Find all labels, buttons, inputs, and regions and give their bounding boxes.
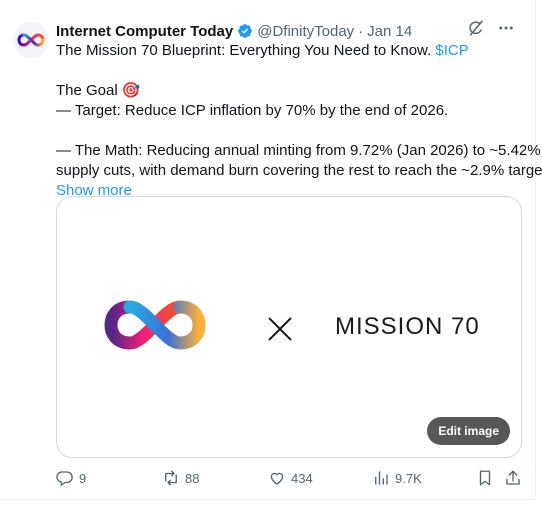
action-bar: 9 88 434 9.7K [56, 469, 522, 489]
mission-title: MISSION 70 [335, 313, 480, 340]
more-icon[interactable] [497, 19, 515, 37]
share-button[interactable] [504, 469, 522, 487]
infinity-logo-icon [104, 300, 206, 350]
verified-badge-icon [238, 24, 253, 38]
target-line: — Target: Reduce ICP inflation by 70% by… [56, 102, 449, 119]
target-emoji: 🎯 [121, 82, 141, 99]
infinity-logo-icon [17, 33, 45, 47]
post-date[interactable]: Jan 14 [367, 23, 412, 40]
goal-label: The Goal [56, 82, 122, 99]
post-card[interactable]: Internet Computer Today @DfinityToday · … [0, 0, 542, 500]
reply-count: 9 [79, 470, 87, 486]
views-button[interactable]: 9.7K [372, 469, 422, 487]
repost-button[interactable]: 88 [162, 469, 199, 487]
author-name[interactable]: Internet Computer Today [56, 23, 233, 40]
like-button[interactable]: 434 [268, 469, 313, 487]
headline-line: The Mission 70 Blueprint: Everything You… [56, 41, 526, 61]
views-count: 9.7K [395, 470, 422, 486]
top-actions [467, 19, 515, 37]
math-line-2: supply cuts, with demand burn covering t… [56, 162, 542, 179]
avatar[interactable] [13, 22, 49, 58]
reply-button[interactable]: 9 [56, 469, 86, 487]
post-header: Internet Computer Today @DfinityToday · … [56, 20, 412, 42]
cashtag-link[interactable]: $ICP [435, 42, 468, 59]
like-icon [270, 472, 284, 485]
media-image[interactable]: MISSION 70 Edit image [56, 196, 522, 458]
repost-count: 88 [185, 470, 200, 486]
separator-dot: · [358, 22, 364, 40]
author-handle[interactable]: @DfinityToday [257, 23, 354, 40]
reply-icon [56, 471, 73, 487]
bookmark-icon [479, 470, 491, 486]
goal-line: The Goal 🎯 [56, 81, 526, 101]
post-text: The Mission 70 Blueprint: Everything You… [56, 41, 542, 201]
views-icon [375, 471, 388, 485]
cross-icon [268, 317, 292, 341]
like-count: 434 [291, 470, 313, 486]
headline-text: The Mission 70 Blueprint: Everything You… [56, 42, 436, 59]
math-line-1: — The Math: Reducing annual minting from… [56, 142, 542, 159]
grok-icon[interactable] [467, 19, 485, 37]
share-icon [506, 470, 520, 485]
bookmark-button[interactable] [476, 469, 494, 487]
repost-icon [165, 470, 177, 486]
edit-image-button[interactable]: Edit image [427, 417, 510, 445]
